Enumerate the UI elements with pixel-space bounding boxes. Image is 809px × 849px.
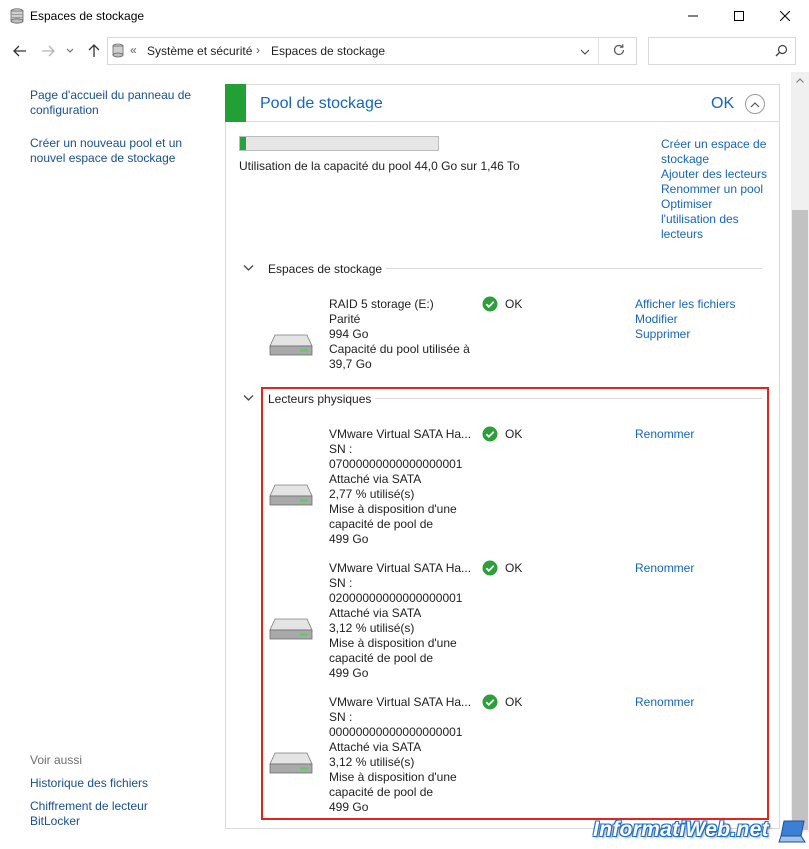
- window-title: Espaces de stockage: [30, 9, 145, 23]
- scrollbar-thumb[interactable]: [792, 210, 808, 830]
- pool-capacity-bar: [239, 136, 439, 151]
- breadcrumb-overflow[interactable]: «: [130, 43, 137, 57]
- arrow-up-icon: [88, 44, 100, 57]
- refresh-icon: [613, 44, 625, 56]
- chevron-up-icon: [750, 101, 760, 107]
- storage-spaces-heading: Espaces de stockage: [268, 262, 387, 276]
- arrow-right-icon: [42, 45, 55, 57]
- maximize-button[interactable]: [716, 0, 762, 32]
- rename-pool-link[interactable]: Renommer un pool: [661, 182, 776, 197]
- highlight-box: [261, 387, 769, 820]
- storage-spaces-app-icon: [10, 8, 24, 24]
- close-icon: [780, 11, 790, 21]
- see-also-heading: Voir aussi: [30, 753, 83, 767]
- pool-status-bar: [225, 84, 246, 122]
- storage-space-used-value: 39,7 Go: [329, 357, 372, 371]
- minimize-button[interactable]: [670, 0, 716, 32]
- up-button[interactable]: [84, 41, 104, 61]
- address-dropdown-button[interactable]: [580, 45, 590, 59]
- pool-capacity-text: Utilisation de la capacité du pool 44,0 …: [239, 159, 520, 173]
- storage-space-status: OK: [505, 297, 523, 311]
- storage-spaces-toggle[interactable]: [243, 261, 254, 275]
- pool-capacity-fill: [240, 137, 246, 150]
- breadcrumb-separator: ›: [256, 43, 260, 57]
- maximize-icon: [734, 11, 744, 21]
- bitlocker-link[interactable]: Chiffrement de lecteur BitLocker: [30, 799, 170, 829]
- ok-check-icon: [482, 296, 498, 312]
- storage-space-size: 994 Go: [329, 327, 369, 341]
- chevron-up-icon: [796, 77, 804, 83]
- search-icon: [775, 44, 788, 57]
- recent-locations-button[interactable]: [63, 41, 77, 61]
- optimize-drives-link[interactable]: Optimiser l'utilisation des lecteurs: [661, 197, 751, 242]
- breadcrumb-system-security[interactable]: Système et sécurité: [147, 44, 252, 58]
- chevron-down-icon: [580, 49, 590, 55]
- search-input[interactable]: [648, 37, 796, 65]
- control-panel-icon: [112, 43, 124, 58]
- storage-space-info: RAID 5 storage (E:) Parité 994 Go Capaci…: [329, 297, 479, 372]
- collapse-pool-button[interactable]: [745, 94, 765, 114]
- add-drives-link[interactable]: Ajouter des lecteurs: [661, 167, 776, 182]
- search-button[interactable]: [775, 44, 788, 60]
- chevron-down-icon: [243, 265, 254, 271]
- pool-status: OK: [711, 95, 735, 112]
- scroll-up-button[interactable]: [791, 72, 809, 88]
- create-pool-link[interactable]: Créer un nouveau pool et un nouvel espac…: [30, 136, 205, 166]
- breadcrumb-storage-spaces[interactable]: Espaces de stockage: [271, 44, 385, 58]
- close-button[interactable]: [762, 0, 808, 32]
- forward-button[interactable]: [38, 41, 58, 61]
- virtual-disk-icon: [269, 334, 313, 356]
- watermark: InformatiWeb.net: [593, 818, 769, 841]
- chevron-down-icon: [66, 48, 74, 53]
- storage-space-used-label: Capacité du pool utilisée à: [329, 342, 470, 356]
- laptop-logo-icon: [778, 820, 806, 843]
- modify-link[interactable]: Modifier: [635, 312, 678, 326]
- control-panel-home-link[interactable]: Page d'accueil du panneau de configurati…: [30, 88, 205, 118]
- view-files-link[interactable]: Afficher les fichiers: [635, 297, 735, 311]
- chevron-down-icon: [243, 395, 254, 401]
- physical-drives-toggle[interactable]: [243, 391, 254, 405]
- file-history-link[interactable]: Historique des fichiers: [30, 776, 205, 791]
- address-divider: [598, 38, 599, 64]
- storage-space-name: RAID 5 storage (E:): [329, 297, 434, 311]
- arrow-left-icon: [13, 45, 26, 57]
- back-button[interactable]: [10, 41, 30, 61]
- minimize-icon: [688, 15, 698, 17]
- pool-title: Pool de stockage: [260, 95, 383, 112]
- create-storage-space-link[interactable]: Créer un espace de stockage: [661, 137, 771, 167]
- delete-link[interactable]: Supprimer: [635, 327, 690, 341]
- storage-space-resiliency: Parité: [329, 312, 361, 326]
- refresh-button[interactable]: [612, 43, 626, 60]
